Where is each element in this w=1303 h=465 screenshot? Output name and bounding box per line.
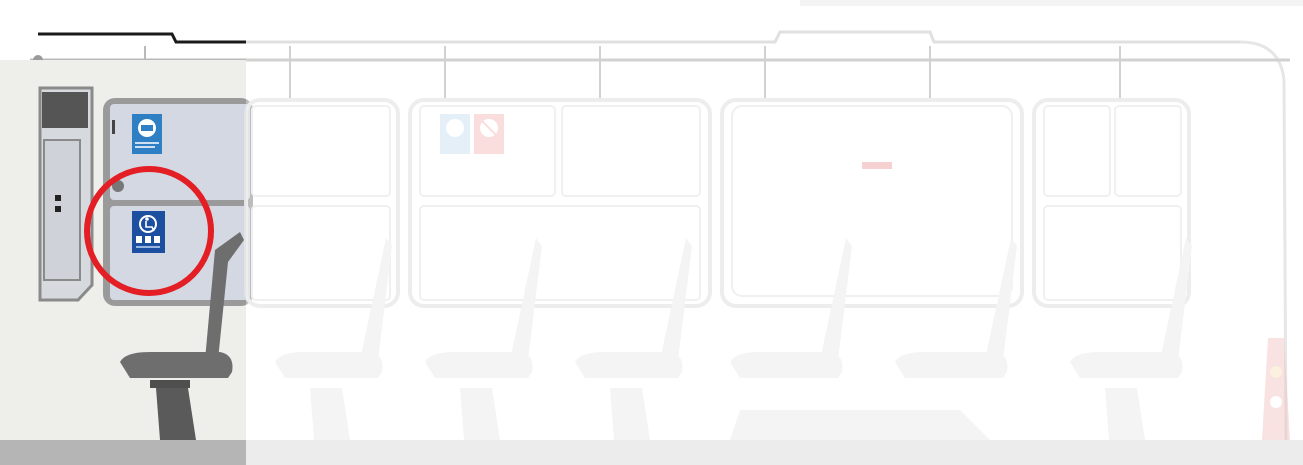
fade-overlay [246,0,1303,440]
bus-interior-diagram [0,0,1303,465]
bus-side-view [0,0,1303,465]
wheelchair-icon [132,211,165,253]
door-panel [38,86,94,302]
floor [0,440,246,465]
bus-info-icon [132,114,162,154]
window-panel-highlighted [103,98,253,306]
roof-line-dark [38,32,246,44]
